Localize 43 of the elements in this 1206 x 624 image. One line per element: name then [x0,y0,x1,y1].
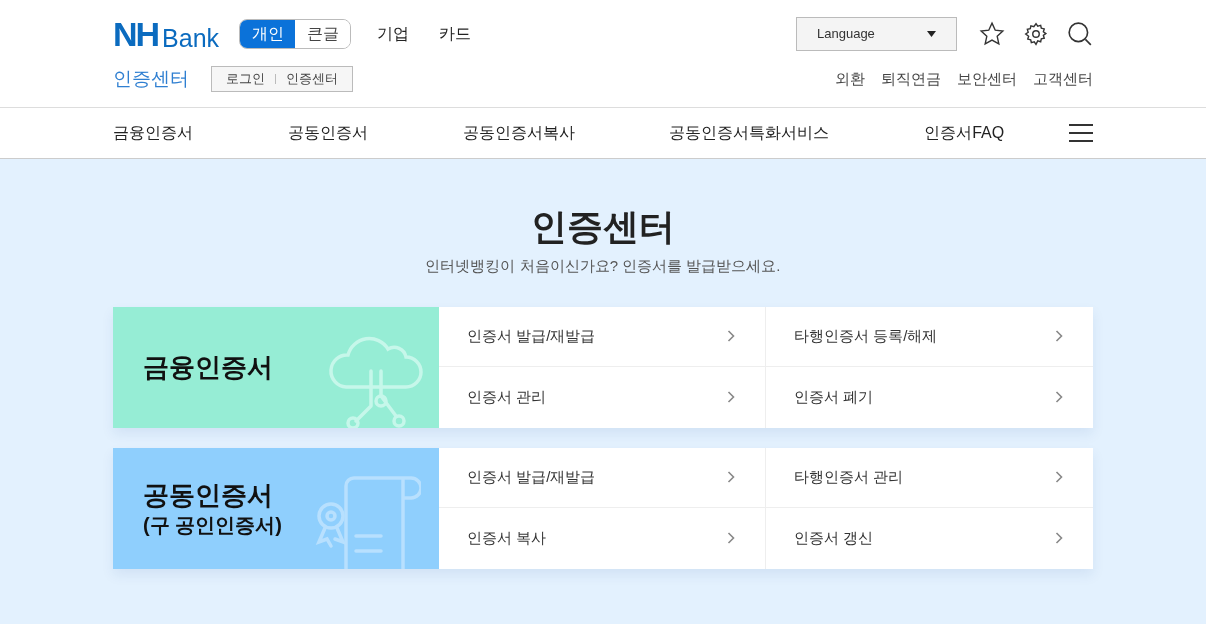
chevron-right-icon [727,330,735,343]
certificate-menu-link[interactable]: 인증서 폐기 [766,367,1093,428]
page-heading: 인증센터 [531,205,675,249]
view-mode-tab[interactable]: 개인 [240,20,296,48]
certificate-menu-link[interactable]: 인증서 갱신 [766,508,1093,569]
certificate-menu-link[interactable]: 인증서 발급/재발급 [439,306,766,367]
category-title: 금융인증서 [143,351,274,384]
chevron-right-icon [1055,391,1063,404]
nav-menu-item[interactable]: 공동인증서특화서비스 [669,121,830,145]
certificate-menu-link[interactable]: 인증서 발급/재발급 [439,447,766,508]
chevron-right-icon [727,471,735,484]
chevron-right-icon [1055,471,1063,484]
top-menu-link[interactable]: 기업 [377,22,410,46]
utility-link[interactable]: 고객센터 [1033,67,1093,91]
dropdown-caret-icon [927,31,936,37]
certificate-menu-link[interactable]: 인증서 복사 [439,508,766,569]
section-title: 인증센터 [113,66,189,91]
category-subtitle: (구 공인인증서) [143,513,283,538]
chevron-right-icon [727,391,735,404]
nav-menu-item[interactable]: 인증서FAQ [924,121,1005,145]
settings-icon[interactable] [1023,21,1049,47]
breadcrumb-link[interactable]: 로그인 [226,69,265,89]
page-subtitle: 인터넷뱅킹이 처음이신가요? 인증서를 발급받으세요. [425,256,781,276]
chevron-right-icon [1055,330,1063,343]
certificate-menu-link[interactable]: 인증서 관리 [439,367,766,428]
utility-link[interactable]: 외환 [835,67,865,91]
nav-menu-item[interactable]: 금융인증서 [113,121,193,145]
nav-menu-item[interactable]: 공동인증서복사 [462,121,575,145]
top-menu-link[interactable]: 카드 [439,22,472,46]
utility-link[interactable]: 보안센터 [957,67,1017,91]
nh-bank-logo[interactable]: NH Bank [113,17,220,51]
language-select[interactable]: Language [796,17,957,51]
nav-menu-item[interactable]: 공동인증서 [287,121,368,145]
breadcrumb-link[interactable]: 인증센터 [286,69,338,89]
menu-icon[interactable] [1069,124,1093,142]
search-icon[interactable] [1067,21,1093,47]
category-title: 공동인증서 [143,479,274,512]
certificate-menu-link[interactable]: 타행인증서 관리 [766,447,1093,508]
utility-link[interactable]: 퇴직연금 [881,67,941,91]
chevron-right-icon [727,532,735,545]
certificate-menu-link[interactable]: 타행인증서 등록/해제 [766,306,1093,367]
chevron-right-icon [1055,532,1063,545]
star-icon[interactable] [979,21,1005,47]
